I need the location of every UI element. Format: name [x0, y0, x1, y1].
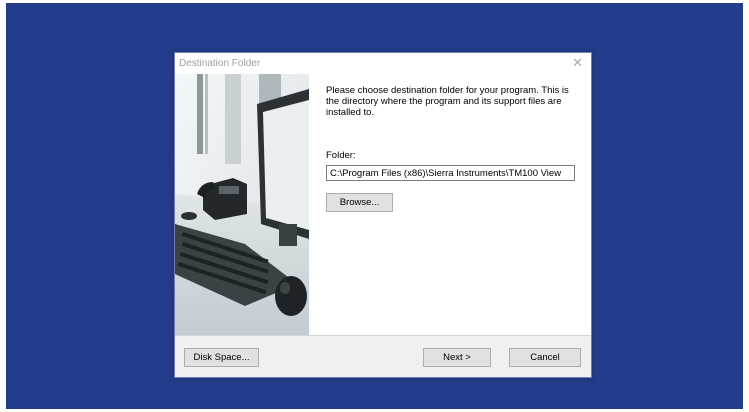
next-button[interactable]: Next > — [423, 348, 491, 367]
cancel-button[interactable]: Cancel — [509, 348, 581, 367]
close-icon[interactable]: ✕ — [572, 55, 583, 71]
folder-label: Folder: — [326, 150, 356, 161]
content-panel: Please choose destination folder for you… — [309, 74, 590, 335]
instruction-text: Please choose destination folder for you… — [326, 85, 569, 118]
dialog-footer: Disk Space... Next > Cancel — [175, 336, 591, 377]
folder-path-field[interactable]: C:\Program Files (x86)\Sierra Instrument… — [326, 165, 575, 181]
disk-space-button[interactable]: Disk Space... — [184, 348, 259, 367]
dialog-title: Destination Folder — [179, 58, 261, 69]
title-bar[interactable]: Destination Folder ✕ — [175, 53, 591, 74]
browse-button[interactable]: Browse... — [326, 193, 393, 212]
destination-folder-dialog: Destination Folder ✕ Please choose desti… — [174, 52, 592, 378]
office-desk-image — [175, 74, 309, 335]
